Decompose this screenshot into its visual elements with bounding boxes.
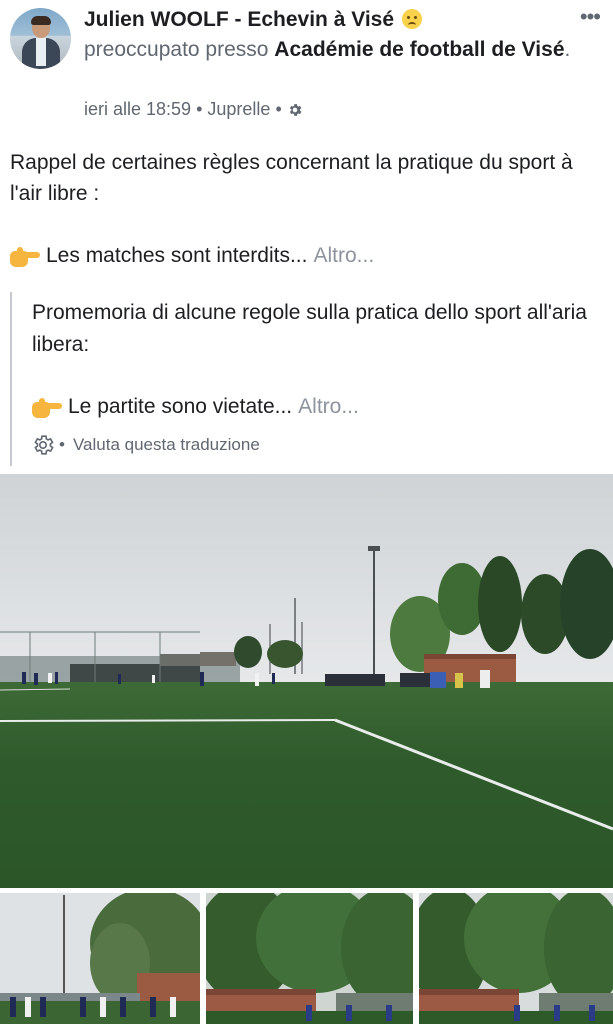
- translation-block: Promemoria di alcune regole sulla pratic…: [10, 292, 610, 466]
- post-text: Rappel de certaines règles concernant la…: [10, 151, 573, 205]
- activity-line: preoccupato presso Académie de football …: [84, 36, 584, 63]
- more-options-icon[interactable]: •••: [580, 6, 601, 28]
- location-link[interactable]: Académie de football de Visé: [274, 38, 564, 61]
- thumbnail-image: [419, 893, 613, 1024]
- feeling-text: preoccupato presso: [84, 38, 275, 61]
- location-suffix: .: [564, 38, 571, 61]
- see-more-link[interactable]: Altro...: [313, 240, 374, 271]
- translation-see-more-link[interactable]: Altro...: [298, 391, 359, 423]
- translation-text: Promemoria di alcune regole sulla pratic…: [32, 301, 587, 356]
- photo-thumbnails: [0, 893, 613, 1024]
- photo-thumbnail[interactable]: [0, 893, 200, 1024]
- footer-separator: •: [59, 435, 65, 454]
- post-header: Julien WOOLF - Echevin à Visé ••• preocc…: [0, 0, 613, 130]
- avatar-shirt: [36, 38, 46, 66]
- rate-translation-link[interactable]: Valuta questa traduzione: [73, 435, 260, 455]
- avatar-hair: [31, 16, 51, 25]
- author-avatar[interactable]: [10, 8, 71, 69]
- thumbnail-image: [0, 893, 200, 1024]
- pointing-right-hand-icon: [32, 396, 62, 418]
- post-time[interactable]: ieri alle 18:59: [84, 99, 191, 120]
- main-photo[interactable]: [0, 474, 613, 888]
- meta-separator: •: [196, 99, 203, 119]
- translation-footer: • Valuta questa traduzione: [31, 433, 260, 457]
- author-name[interactable]: Julien WOOLF - Echevin à Visé: [84, 8, 394, 31]
- post-meta: ieri alle 18:59 • Juprelle •: [84, 99, 303, 120]
- translation-text-line: Le partite sono vietate... Altro...: [32, 391, 359, 423]
- post-text-line: Les matches sont interdits... Altro...: [10, 240, 374, 271]
- translation-rule: Le partite sono vietate...: [68, 395, 293, 418]
- photo-thumbnail[interactable]: [419, 893, 613, 1024]
- post-place[interactable]: Juprelle: [207, 99, 270, 120]
- settings-gear-icon[interactable]: [31, 433, 55, 457]
- photo-thumbnail[interactable]: [206, 893, 413, 1024]
- thumbnail-image: [206, 893, 413, 1024]
- meta-separator: •: [275, 99, 282, 119]
- pointing-right-hand-icon: [10, 245, 40, 267]
- post-text-rule: Les matches sont interdits...: [46, 244, 308, 267]
- gear-icon[interactable]: [287, 102, 303, 118]
- author-name-line: Julien WOOLF - Echevin à Visé: [84, 8, 422, 32]
- worried-face-icon: [401, 9, 422, 29]
- football-field-image: [0, 474, 613, 888]
